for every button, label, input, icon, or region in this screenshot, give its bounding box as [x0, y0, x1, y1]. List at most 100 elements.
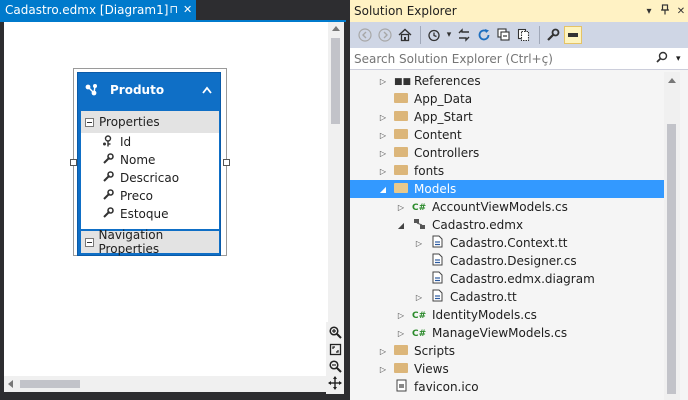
document-tab-cadastro-edmx[interactable]: Cadastro.edmx [Diagram1] ⊓ ✕ — [0, 0, 196, 20]
dropdown-arrow-icon[interactable]: ▾ — [642, 6, 656, 17]
solution-tree: ▷ ■■ References App_Data ▷ App_Start ▷ Content ▷… — [350, 72, 664, 400]
tree-item-label: ManageViewModels.cs — [432, 326, 568, 340]
entity-header[interactable]: Produto — [78, 73, 220, 107]
scroll-up-icon[interactable] — [668, 78, 676, 83]
expand-arrow-icon[interactable]: ▷ — [414, 239, 424, 248]
property-preco[interactable]: Preco — [81, 187, 219, 205]
collapse-properties-icon[interactable] — [85, 117, 94, 127]
tree-item[interactable]: Cadastro.Designer.cs — [350, 252, 664, 270]
scroll-up-icon[interactable] — [332, 26, 340, 31]
history-icon[interactable] — [425, 26, 443, 44]
zoom-to-fit-icon[interactable] — [327, 341, 343, 357]
toolbar-separator — [539, 26, 540, 44]
collapse-entity-icon[interactable] — [200, 83, 214, 97]
home-icon[interactable] — [396, 26, 414, 44]
tree-item[interactable]: App_Data — [350, 90, 664, 108]
folder-icon — [394, 110, 408, 124]
tree-item-label: Models — [414, 182, 457, 196]
back-icon[interactable] — [356, 26, 374, 44]
search-icon[interactable] — [648, 51, 676, 66]
property-name: Nome — [120, 153, 156, 167]
properties-label: Properties — [99, 115, 160, 129]
scroll-thumb[interactable] — [20, 380, 80, 388]
expand-arrow-icon[interactable]: ▷ — [378, 347, 388, 356]
zoom-out-icon[interactable] — [327, 358, 343, 374]
tree-item[interactable]: ▷ ■■ References — [350, 72, 664, 90]
solution-explorer-titlebar[interactable]: Solution Explorer ▾ ✕ — [350, 0, 688, 22]
search-options-dropdown-icon[interactable]: ▾ — [676, 54, 688, 64]
refresh-icon[interactable] — [475, 26, 493, 44]
collapse-navigation-icon[interactable] — [85, 237, 94, 247]
entity-type-icon — [84, 82, 100, 98]
close-tab-icon[interactable]: ✕ — [182, 0, 193, 20]
tree-item[interactable]: ▷ Scripts — [350, 342, 664, 360]
edmx-file-icon — [412, 218, 426, 233]
designer-horizontal-scrollbar[interactable] — [4, 376, 326, 392]
solution-vertical-scrollbar[interactable] — [664, 72, 680, 400]
history-dropdown-icon[interactable]: ▾ — [445, 26, 453, 44]
tree-item[interactable]: ▷ Content — [350, 126, 664, 144]
tree-item[interactable]: ◢ Models — [350, 180, 664, 198]
property-estoque[interactable]: Estoque — [81, 205, 219, 223]
property-name: Id — [120, 135, 132, 149]
tree-item-label: References — [414, 74, 481, 88]
properties-wrench-icon[interactable] — [544, 26, 562, 44]
expand-arrow-icon[interactable]: ▷ — [378, 149, 388, 158]
tree-item[interactable]: ▷ C# AccountViewModels.cs — [350, 198, 664, 216]
designer-vertical-scrollbar[interactable] — [328, 22, 344, 322]
collapse-arrow-icon[interactable]: ◢ — [396, 221, 406, 230]
diagram-canvas[interactable]: Produto Properties Id Nome Descricao Pre… — [4, 22, 328, 378]
tree-item-label: Scripts — [414, 344, 456, 358]
tree-item[interactable]: ▷ Views — [350, 360, 664, 378]
preview-selected-items-icon[interactable] — [564, 26, 582, 44]
tree-item[interactable]: ▷ C# ManageViewModels.cs — [350, 324, 664, 342]
property-id[interactable]: Id — [81, 133, 219, 151]
tree-item[interactable]: favicon.ico — [350, 378, 664, 396]
tree-item[interactable]: ▷ Cadastro.Context.tt — [350, 234, 664, 252]
pin-tab-icon[interactable]: ⊓ — [168, 0, 179, 20]
close-panel-icon[interactable]: ✕ — [674, 6, 688, 17]
expand-arrow-icon[interactable]: ▷ — [396, 203, 406, 212]
expand-arrow-icon[interactable]: ▷ — [414, 293, 424, 302]
tree-item[interactable]: ▷ Controllers — [350, 144, 664, 162]
tree-item[interactable]: ◢ Cadastro.edmx — [350, 216, 664, 234]
tree-item-label: favicon.ico — [414, 380, 479, 394]
folder-icon — [394, 128, 408, 142]
expand-arrow-icon[interactable]: ▷ — [378, 113, 388, 122]
scroll-thumb[interactable] — [667, 124, 676, 394]
expand-arrow-icon[interactable]: ▷ — [378, 77, 388, 86]
tree-item[interactable]: ▷ App_Start — [350, 108, 664, 126]
tree-item[interactable]: Cadastro.edmx.diagram — [350, 270, 664, 288]
tree-item-label: Controllers — [414, 146, 480, 160]
tree-item[interactable]: ▷ Cadastro.tt — [350, 288, 664, 306]
scroll-thumb[interactable] — [331, 38, 340, 124]
expand-arrow-icon[interactable]: ▷ — [378, 167, 388, 176]
search-input[interactable] — [354, 51, 648, 66]
solution-search-box[interactable]: ▾ — [350, 48, 688, 70]
tree-item[interactable]: ▷ fonts — [350, 162, 664, 180]
sync-with-active-document-icon[interactable] — [455, 26, 473, 44]
resize-handle-left[interactable] — [70, 159, 77, 166]
expand-arrow-icon[interactable]: ▷ — [396, 329, 406, 338]
pin-panel-icon[interactable] — [658, 4, 672, 18]
property-nome[interactable]: Nome — [81, 151, 219, 169]
zoom-in-icon[interactable] — [327, 324, 343, 340]
property-descricao[interactable]: Descricao — [81, 169, 219, 187]
scroll-left-icon[interactable] — [8, 380, 13, 388]
expand-arrow-icon[interactable]: ▷ — [378, 365, 388, 374]
expand-arrow-icon[interactable]: ▷ — [396, 311, 406, 320]
pan-move-icon[interactable] — [327, 375, 343, 391]
collapse-arrow-icon[interactable]: ◢ — [378, 185, 388, 194]
forward-icon[interactable] — [376, 26, 394, 44]
template-file-icon — [430, 289, 444, 305]
tree-item[interactable]: ▷ C# IdentityModels.cs — [350, 306, 664, 324]
show-all-files-icon[interactable] — [515, 26, 533, 44]
resize-handle-right[interactable] — [223, 159, 230, 166]
collapse-all-icon[interactable] — [495, 26, 513, 44]
entity-produto[interactable]: Produto Properties Id Nome Descricao Pre… — [77, 72, 221, 256]
properties-header[interactable]: Properties — [81, 111, 219, 133]
expand-arrow-icon[interactable]: ▷ — [378, 131, 388, 140]
solution-explorer-panel: Solution Explorer ▾ ✕ ▾ Search Solution … — [350, 0, 688, 400]
navigation-properties-header[interactable]: Navigation Properties — [81, 228, 219, 256]
wrench-icon — [101, 152, 115, 168]
